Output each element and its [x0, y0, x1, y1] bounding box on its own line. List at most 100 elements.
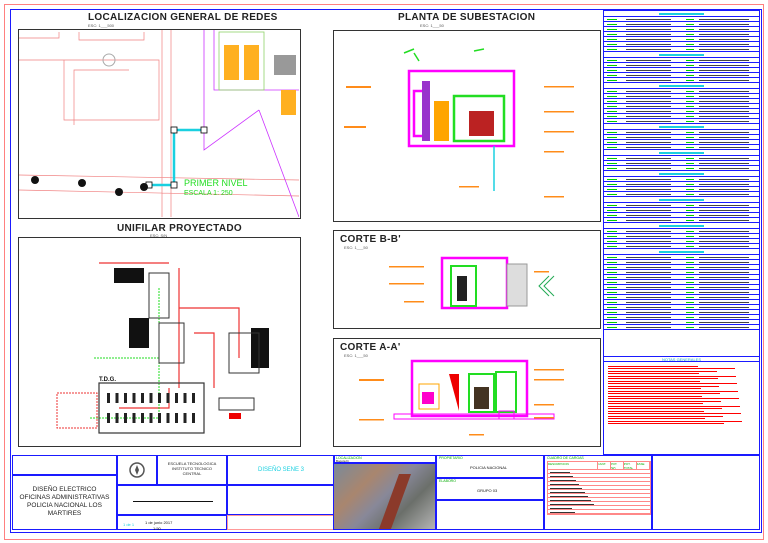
design-name: DISEÑO SENE 3 — [257, 467, 304, 473]
authors-box — [12, 455, 117, 475]
section-a-drawing — [359, 359, 564, 436]
note-line — [608, 410, 704, 412]
load-table-header: FASE — [637, 462, 650, 469]
note-line — [608, 365, 698, 367]
group-box: ELABORO GRUPO 03 — [436, 478, 544, 500]
location-box: LOCALIZACION Bogota D. — [333, 455, 436, 463]
legend-panel: NOTAS GENERALES — [603, 10, 760, 455]
school-box: ESCUELA TECNOLOGICA INSTITUTO TECNICO CENT… — [157, 455, 227, 485]
localizacion-map-panel[interactable]: PRIMER NIVEL ESCALA 1: 250 — [18, 29, 301, 219]
project-line: MARTIRES — [47, 510, 82, 517]
note-line — [608, 403, 703, 404]
note-line — [608, 378, 718, 379]
note-line — [608, 373, 699, 374]
project-box: DISEÑO ELECTRICO OFICINAS ADMINISTRATIVAS… — [12, 475, 117, 530]
load-table-title: CUADRO DE CARGAS — [547, 456, 584, 460]
revisions-box — [227, 515, 335, 530]
breaker-icon — [124, 393, 127, 403]
unifilar-title: UNIFILAR PROYECTADO — [117, 223, 242, 234]
date-box: 1 de junio 2017 1 de 1 1:50 — [117, 515, 227, 531]
breaker-icon — [158, 413, 161, 423]
note-line — [608, 400, 721, 402]
load-table-box: CUADRO DE CARGAS DESCRIPCION CANT. POT. (W… — [544, 455, 652, 530]
section-b-drawing — [389, 256, 555, 310]
map-level-label: PRIMER NIVEL — [184, 178, 248, 188]
legend-table — [604, 11, 759, 356]
note-line — [608, 380, 700, 382]
breaker-icon — [166, 413, 170, 423]
load-table-row — [548, 510, 650, 514]
notes-box — [652, 455, 760, 530]
sheet-number: 1 de 1 — [123, 522, 135, 527]
substation-plan-drawing — [344, 48, 574, 198]
approval-box — [436, 500, 544, 530]
note-line — [608, 385, 719, 387]
design-box: DISEÑO SENE 3 — [227, 455, 335, 485]
scale-value: 1:50 — [153, 526, 161, 531]
breaker-icon — [107, 393, 110, 403]
general-notes — [604, 362, 759, 428]
note-line — [608, 420, 742, 422]
note-line — [608, 393, 720, 394]
note-line — [608, 415, 723, 417]
project-line: OFICINAS ADMINISTRATIVAS — [19, 494, 110, 501]
load-table-header: POT. (W) — [611, 462, 624, 469]
corte-a-panel[interactable]: CORTE A-A' ESC: 1___50 — [333, 338, 601, 447]
site-aerial-photo — [333, 463, 436, 530]
note-line — [608, 388, 701, 389]
drawing-box — [117, 485, 227, 515]
load-table-header: CANT. — [598, 462, 611, 469]
note-line — [608, 398, 739, 399]
load-table-header: DESCRIPCION — [548, 462, 598, 469]
single-line-diagram: T.D.G. — [56, 262, 269, 434]
note-line — [608, 375, 736, 377]
note-line — [608, 368, 735, 369]
breaker-icon — [183, 393, 187, 403]
note-line — [608, 413, 741, 414]
breaker-icon — [124, 413, 127, 423]
map-scale-label: ESCALA 1: 250 — [184, 190, 233, 197]
owner-box: PROPIETARIO POLICIA NACIONAL — [436, 455, 544, 478]
breaker-icon — [175, 413, 178, 423]
breaker-icon — [175, 393, 178, 403]
planta-title: PLANTA DE SUBESTACION — [398, 12, 536, 23]
breaker-icon — [115, 393, 119, 403]
corte-b-panel[interactable]: CORTE B-B' ESC: 1___50 — [333, 230, 601, 329]
localizacion-title: LOCALIZACION GENERAL DE REDES — [88, 12, 278, 23]
contents-box — [227, 485, 335, 515]
breaker-icon — [132, 413, 136, 423]
planta-scale: ESC: 1___50 — [420, 23, 444, 28]
breaker-icon — [115, 413, 119, 423]
site-map-drawing — [18, 30, 300, 218]
breaker-icon — [141, 393, 144, 403]
group-value: GRUPO 03 — [477, 488, 498, 493]
note-line — [608, 408, 722, 409]
breaker-icon — [192, 413, 195, 423]
note-line — [608, 383, 737, 384]
load-table-header: POT. TOTAL — [624, 462, 637, 469]
breaker-icon — [192, 393, 195, 403]
note-line — [608, 405, 740, 407]
breaker-icon — [158, 393, 161, 403]
unifilar-panel[interactable]: T.D.G. — [18, 237, 301, 447]
tdg-label: T.D.G. — [99, 377, 116, 383]
breaker-icon — [141, 413, 144, 423]
date-value: 1 de junio 2017 — [145, 520, 173, 525]
group-label: ELABORO — [439, 479, 456, 483]
breaker-icon — [107, 413, 110, 423]
owner-value: POLICIA NACIONAL — [470, 465, 508, 470]
legend-row — [604, 325, 759, 330]
note-line — [608, 423, 724, 424]
owner-label: PROPIETARIO — [439, 456, 463, 460]
school-line: CENTRAL — [182, 471, 202, 476]
school-seal-icon — [129, 462, 145, 478]
note-line — [608, 390, 738, 392]
planta-panel[interactable] — [333, 30, 601, 222]
logo-box — [117, 455, 157, 485]
project-line: POLICIA NACIONAL LOS — [27, 502, 102, 509]
project-line: DISEÑO ELECTRICO — [32, 486, 97, 493]
title-block: DISEÑO ELECTRICO OFICINAS ADMINISTRATIVAS… — [10, 455, 762, 533]
breaker-icon — [166, 393, 170, 403]
note-line — [608, 370, 717, 372]
breaker-icon — [132, 393, 136, 403]
